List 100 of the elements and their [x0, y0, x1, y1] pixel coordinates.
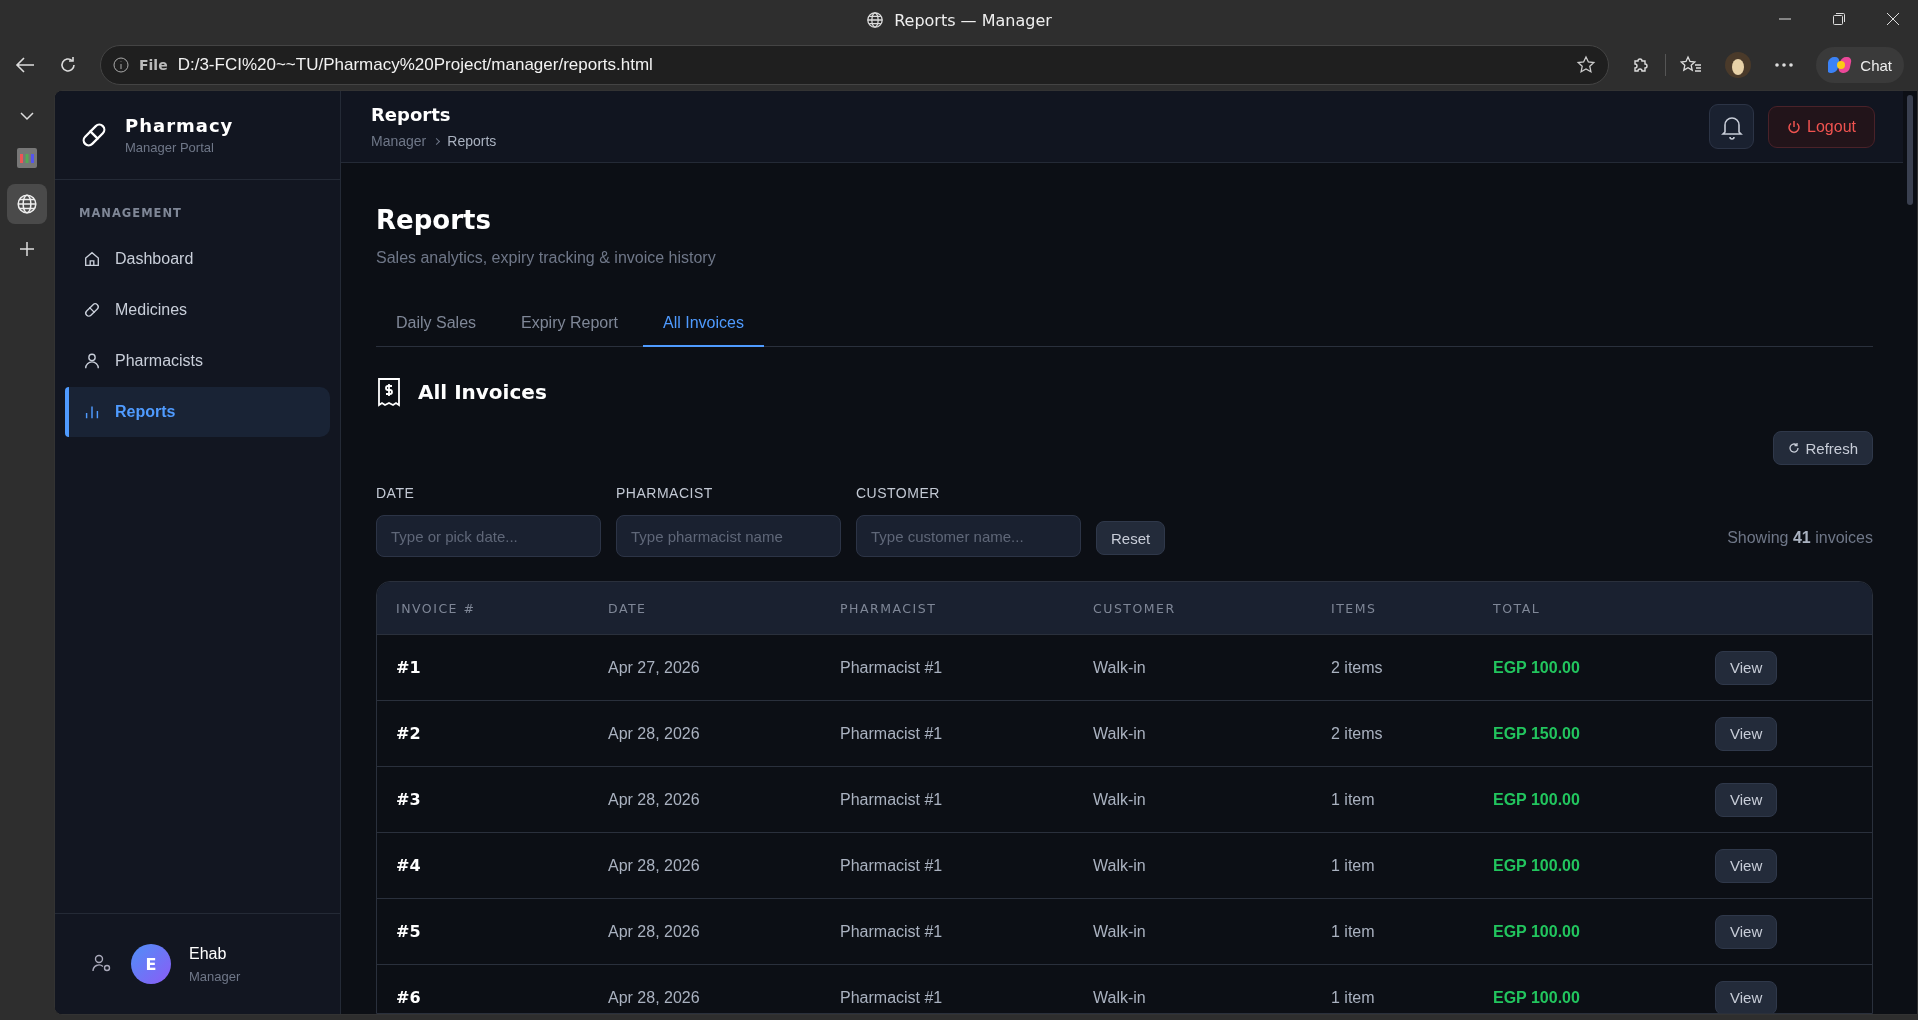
power-icon	[1787, 119, 1802, 134]
user-role: Manager	[189, 968, 241, 984]
table-cell-text: #5	[396, 922, 422, 942]
table-cell-text: #3	[396, 790, 422, 810]
view-button[interactable]: View	[1715, 980, 1778, 1013]
brand-subtitle: Manager Portal	[125, 140, 215, 155]
view-button[interactable]: View	[1715, 650, 1778, 685]
table-cell-text: Pharmacist #1	[840, 790, 944, 809]
restore-icon[interactable]	[1832, 12, 1846, 26]
info-icon	[113, 57, 129, 73]
view-button[interactable]: View	[1715, 782, 1778, 817]
table-cell-text: EGP 100.00	[1493, 658, 1581, 677]
table-cell-text: EGP 100.00	[1493, 988, 1581, 1007]
column-header: PHARMACIST	[840, 600, 938, 616]
address-bar[interactable]: File D:/3-FCI%20~~TU/Pharmacy%20Project/manager/reports.html	[100, 45, 1610, 85]
avatar-icon[interactable]	[1724, 51, 1753, 79]
page-subtitle: Sales analytics, expiry tracking & invoice history	[376, 249, 717, 268]
nav-item[interactable]: Reports	[65, 387, 330, 437]
table-cell-text: Pharmacist #1	[840, 988, 944, 1007]
table-cell-text: 1 item	[1331, 856, 1376, 875]
reload-icon[interactable]	[58, 55, 78, 75]
table-cell-text: Apr 28, 2026	[608, 922, 701, 941]
globe-icon	[866, 11, 885, 29]
table-cell-text: #2	[396, 724, 422, 744]
table-cell-text: Apr 27, 2026	[608, 658, 701, 677]
nav-item[interactable]: Pharmacists	[65, 336, 330, 386]
column-header: ITEMS	[1331, 600, 1378, 616]
table-cell-text: EGP 100.00	[1493, 856, 1581, 875]
scrollbar-thumb[interactable]	[1907, 95, 1913, 205]
more-icon[interactable]	[1774, 62, 1795, 68]
table-cell-text: Apr 28, 2026	[608, 988, 701, 1007]
receipt-icon	[376, 377, 402, 408]
table-cell-text: EGP 100.00	[1493, 790, 1581, 809]
table-cell-text: 2 items	[1331, 658, 1384, 677]
filter-label: DATE	[376, 485, 416, 502]
table-cell-text: Walk-in	[1093, 790, 1147, 809]
page-title: Reports	[376, 205, 492, 236]
table-cell-text: 1 item	[1331, 922, 1376, 941]
nav-item[interactable]: Dashboard	[65, 234, 330, 284]
table-cell-text: #1	[396, 658, 422, 678]
home-icon	[83, 250, 101, 268]
brand-name: Pharmacy	[125, 115, 234, 136]
window-title: Reports — Manager	[894, 10, 1052, 30]
view-button[interactable]: View	[1715, 716, 1778, 751]
result-count: Showing 41 invoices	[1727, 529, 1873, 548]
favorites-icon[interactable]	[1680, 55, 1703, 75]
table-cell-text: Walk-in	[1093, 988, 1147, 1007]
table-cell-text: 1 item	[1331, 790, 1376, 809]
table-cell-text: #4	[396, 856, 422, 876]
section-title: All Invoices	[418, 380, 547, 405]
section-label: MANAGEMENT	[78, 206, 183, 222]
breadcrumb-item[interactable]: Manager	[371, 133, 427, 150]
breadcrumb-item: Reports	[447, 133, 497, 150]
user-icon	[83, 352, 101, 370]
table-cell-text: Apr 28, 2026	[608, 856, 701, 875]
refresh-button[interactable]: Refresh	[1773, 431, 1873, 466]
table-cell-text: Walk-in	[1093, 856, 1147, 875]
filter-input[interactable]: Type customer name...	[856, 515, 1081, 558]
table-cell-text: Pharmacist #1	[840, 922, 944, 941]
table-cell-text: 2 items	[1331, 724, 1384, 743]
table-cell-text: EGP 100.00	[1493, 922, 1581, 941]
nav-item[interactable]: Medicines	[65, 285, 330, 335]
column-header: INVOICE #	[396, 600, 477, 616]
header-title: Reports	[371, 104, 452, 126]
filter-label: PHARMACIST	[616, 485, 714, 502]
logout-button[interactable]: Logout	[1768, 105, 1875, 148]
globe-icon	[16, 193, 38, 215]
view-button[interactable]: View	[1715, 848, 1778, 883]
notification-button[interactable]	[1709, 104, 1755, 150]
table-cell-text: 1 item	[1331, 988, 1376, 1007]
tab[interactable]: All Invoices	[642, 301, 764, 348]
url-text: D:/3-FCI%20~~TU/Pharmacy%20Project/manager/reports.html	[177, 55, 653, 75]
view-button[interactable]: View	[1715, 914, 1778, 949]
table-cell-text: Apr 28, 2026	[608, 790, 701, 809]
chat-button[interactable]: Chat	[1816, 47, 1904, 83]
refresh-icon	[1788, 442, 1801, 455]
table-cell-text: Walk-in	[1093, 922, 1147, 941]
column-header: CUSTOMER	[1093, 600, 1177, 616]
table-cell-text: Pharmacist #1	[840, 724, 944, 743]
column-header: DATE	[608, 600, 648, 616]
table-cell-text: Apr 28, 2026	[608, 724, 701, 743]
reset-button[interactable]: Reset	[1096, 521, 1166, 556]
add-icon[interactable]	[18, 240, 36, 258]
star-icon[interactable]	[1576, 55, 1597, 75]
globe-tab[interactable]	[7, 184, 47, 224]
scheme-label: File	[139, 57, 168, 73]
table-cell-text: Pharmacist #1	[840, 658, 944, 677]
close-icon[interactable]	[1886, 12, 1900, 26]
filter-input[interactable]: Type or pick date...	[376, 515, 601, 558]
table-cell-text: Walk-in	[1093, 724, 1147, 743]
filter-label: CUSTOMER	[856, 485, 941, 502]
filter-input[interactable]: Type pharmacist name	[616, 515, 841, 558]
table-cell-text: EGP 150.00	[1493, 724, 1581, 743]
user-name: Ehab	[189, 944, 228, 963]
table-cell-text: Walk-in	[1093, 658, 1147, 677]
tab[interactable]: Expiry Report	[501, 301, 638, 348]
column-header: TOTAL	[1493, 600, 1542, 616]
tab[interactable]: Daily Sales	[376, 301, 497, 348]
pill-icon	[83, 301, 101, 319]
table-cell-text: Pharmacist #1	[840, 856, 944, 875]
